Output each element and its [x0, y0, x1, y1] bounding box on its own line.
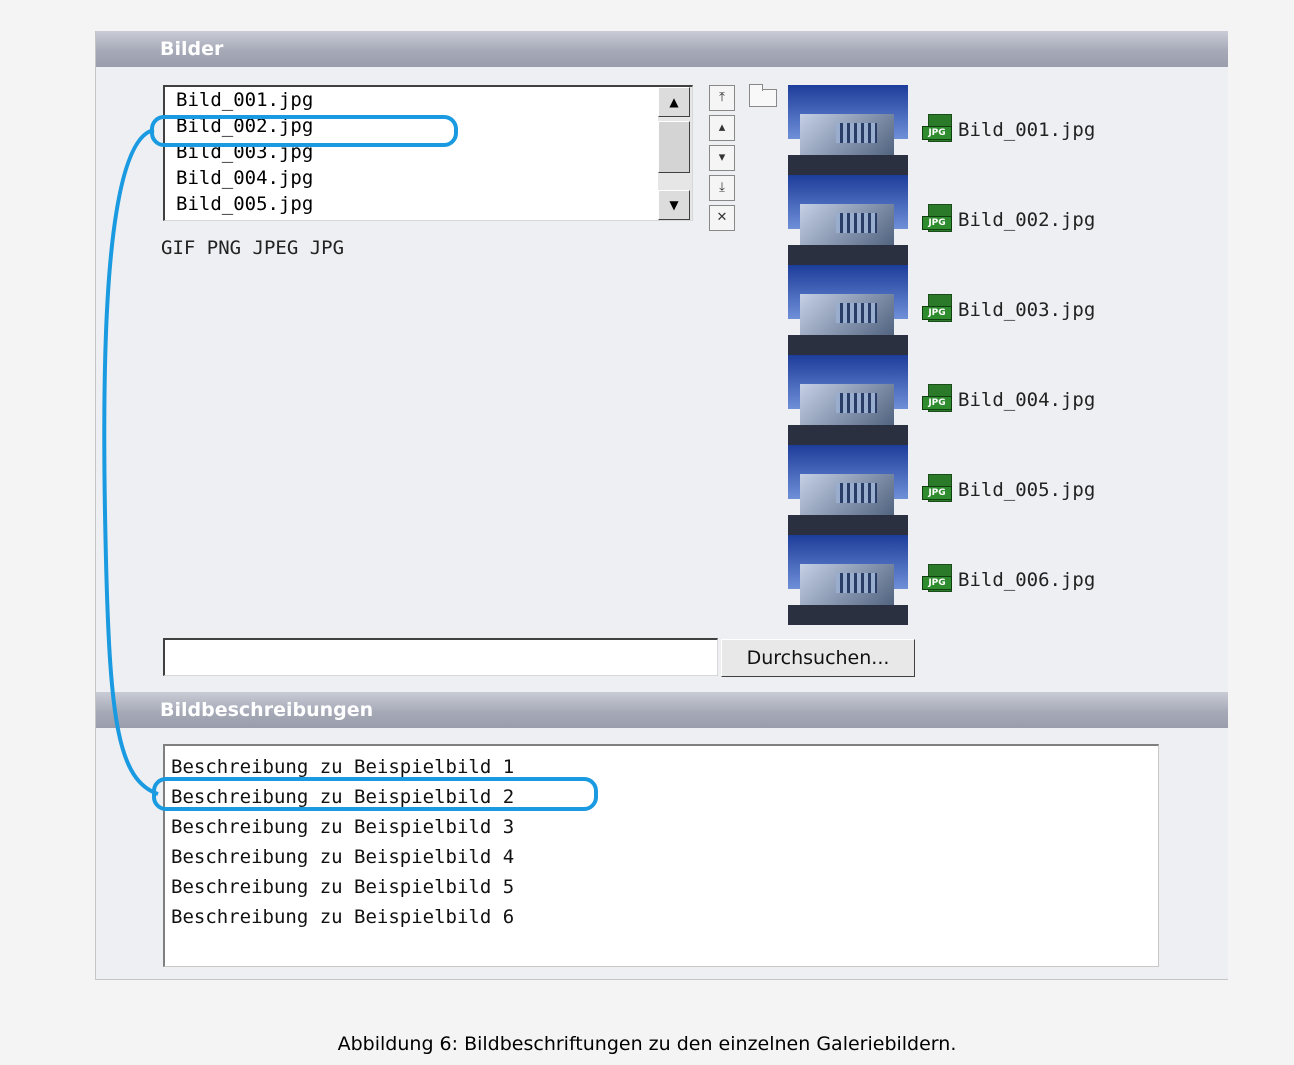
description-line: Beschreibung zu Beispielbild 6: [171, 906, 515, 928]
file-name: Bild_005.jpg: [958, 479, 1096, 501]
thumbnail-image[interactable]: [788, 175, 908, 265]
jpg-file-icon: JPG: [922, 384, 954, 416]
description-line: Beschreibung zu Beispielbild 3: [171, 816, 515, 838]
file-name: Bild_001.jpg: [958, 119, 1096, 141]
highlight-description-line: [152, 777, 598, 811]
arrow-down-icon: ▾: [718, 150, 726, 165]
jpg-file-icon: JPG: [922, 204, 954, 236]
move-up-button[interactable]: ▴: [709, 115, 735, 141]
scroll-down-button[interactable]: ▼: [658, 190, 690, 220]
move-to-top-icon: ⤒: [719, 90, 725, 105]
move-to-bottom-button[interactable]: ⤓: [709, 175, 735, 201]
triangle-up-icon: ▲: [669, 95, 679, 109]
jpg-file-icon: JPG: [922, 294, 954, 326]
jpg-file-icon: JPG: [922, 564, 954, 596]
jpg-file-icon: JPG: [922, 474, 954, 506]
list-item[interactable]: Bild_001.jpg: [165, 87, 692, 113]
remove-button[interactable]: ✕: [709, 205, 735, 231]
thumbnail-image[interactable]: [788, 445, 908, 535]
move-to-top-button[interactable]: ⤒: [709, 85, 735, 111]
file-entry[interactable]: JPG Bild_005.jpg: [922, 445, 1182, 535]
move-down-button[interactable]: ▾: [709, 145, 735, 171]
file-entry[interactable]: JPG Bild_004.jpg: [922, 355, 1182, 445]
browse-button[interactable]: Durchsuchen...: [721, 639, 915, 677]
file-name: Bild_006.jpg: [958, 569, 1096, 591]
thumbnail-image[interactable]: [788, 265, 908, 355]
description-line: Beschreibung zu Beispielbild 4: [171, 846, 515, 868]
list-item[interactable]: Bild_005.jpg: [165, 191, 692, 217]
triangle-down-icon: ▼: [669, 198, 679, 212]
file-name: Bild_002.jpg: [958, 209, 1096, 231]
thumbnail-image[interactable]: [788, 355, 908, 445]
image-file-listbox[interactable]: Bild_001.jpg Bild_002.jpg Bild_003.jpg B…: [163, 85, 693, 221]
thumbnail-image[interactable]: [788, 535, 908, 625]
section-header-bildbeschreibungen: Bildbeschreibungen: [96, 692, 1228, 728]
close-icon: ✕: [716, 210, 728, 225]
section-header-bilder: Bilder: [96, 31, 1228, 67]
file-entry[interactable]: JPG Bild_001.jpg: [922, 85, 1182, 175]
move-to-bottom-icon: ⤓: [719, 180, 725, 195]
allowed-formats-text: GIF PNG JPEG JPG: [161, 237, 345, 259]
arrow-up-icon: ▴: [718, 120, 726, 135]
file-entry[interactable]: JPG Bild_003.jpg: [922, 265, 1182, 355]
thumbnail-file-list: JPG Bild_001.jpg JPG Bild_002.jpg JPG Bild_…: [922, 85, 1182, 625]
file-entry[interactable]: JPG Bild_002.jpg: [922, 175, 1182, 265]
highlight-list-item: [150, 115, 458, 147]
listbox-scrollbar[interactable]: ▲ ▼: [658, 87, 692, 220]
thumbnail-image[interactable]: [788, 85, 908, 175]
list-item[interactable]: Bild_004.jpg: [165, 165, 692, 191]
figure-caption: Abbildung 6: Bildbeschriftungen zu den e…: [337, 1033, 957, 1055]
file-entry[interactable]: JPG Bild_006.jpg: [922, 535, 1182, 625]
file-path-input[interactable]: [163, 638, 718, 676]
jpg-file-icon: JPG: [922, 114, 954, 146]
file-name: Bild_004.jpg: [958, 389, 1096, 411]
scroll-thumb[interactable]: [658, 121, 690, 173]
folder-icon[interactable]: [749, 84, 777, 107]
description-line: Beschreibung zu Beispielbild 5: [171, 876, 515, 898]
gallery-panel: Bilder Bild_001.jpg Bild_002.jpg Bild_00…: [95, 31, 1228, 980]
scroll-up-button[interactable]: ▲: [658, 87, 690, 117]
file-name: Bild_003.jpg: [958, 299, 1096, 321]
thumbnail-strip: [788, 85, 908, 625]
